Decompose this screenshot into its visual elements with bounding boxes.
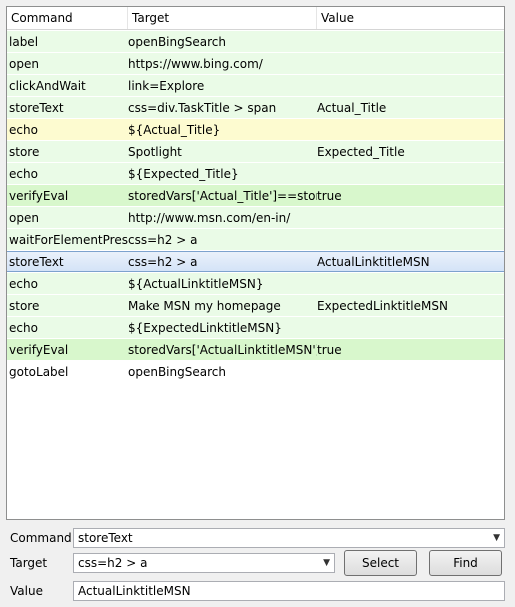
value-input[interactable]: ActualLinktitleMSN [73, 581, 505, 601]
column-header-target[interactable]: Target [128, 7, 317, 29]
command-combobox[interactable]: storeText ▼ [73, 528, 505, 548]
table-row[interactable]: label openBingSearch [7, 31, 504, 52]
cell-command: open [9, 211, 39, 225]
table-row[interactable]: verifyEval storedVars['ActualLinktitleMSN… [7, 339, 504, 360]
table-row[interactable]: waitForElementPres... css=h2 > a [7, 229, 504, 250]
table-row[interactable]: storeText css=div.TaskTitle > span Actual_… [7, 97, 504, 118]
cell-target: openBingSearch [128, 35, 226, 49]
cell-target: ${Actual_Title} [128, 123, 221, 137]
cell-value: ExpectedLinktitleMSN [317, 299, 448, 313]
table-row[interactable]: store Spotlight Expected_Title [7, 141, 504, 162]
cell-target: css=div.TaskTitle > span [128, 101, 277, 115]
column-header-value[interactable]: Value [317, 7, 504, 29]
table-row[interactable]: store Make MSN my homepage ExpectedLinktit… [7, 295, 504, 316]
cell-command: storeText [9, 255, 64, 269]
cell-command: open [9, 57, 39, 71]
cell-value [317, 54, 504, 73]
value-field-value: ActualLinktitleMSN [78, 584, 191, 598]
table-row[interactable]: echo ${Expected_Title} [7, 163, 504, 184]
table-row[interactable]: verifyEval storedVars['Actual_Title']==st… [7, 185, 504, 206]
table-row[interactable]: storeText css=h2 > a ActualLinktitleMSN [7, 251, 504, 272]
cell-command: storeText [9, 101, 64, 115]
cell-command: echo [9, 123, 38, 137]
cell-command: verifyEval [9, 343, 69, 357]
command-label: Command [10, 531, 72, 545]
select-button[interactable]: Select [344, 550, 417, 576]
cell-value [317, 318, 504, 337]
cell-command: label [9, 35, 39, 49]
cell-value [317, 230, 504, 249]
cell-target: Spotlight [128, 145, 182, 159]
cell-target: http://www.msn.com/en-in/ [128, 211, 291, 225]
cell-value [317, 32, 504, 51]
cell-target: ${Expected_Title} [128, 167, 239, 181]
cell-value [317, 76, 504, 95]
cell-value: true [317, 343, 342, 357]
chevron-down-icon[interactable]: ▼ [323, 554, 330, 572]
column-header-command[interactable]: Command [7, 7, 128, 29]
cell-value: Expected_Title [317, 145, 405, 159]
cell-command: gotoLabel [9, 365, 69, 379]
cell-target: storedVars['ActualLinktitleMSN']... [128, 343, 317, 357]
value-label: Value [10, 584, 43, 598]
command-table[interactable]: Command Target Value label openBingSearch… [6, 6, 505, 520]
cell-target: https://www.bing.com/ [128, 57, 263, 71]
target-label: Target [10, 556, 48, 570]
chevron-down-icon[interactable]: ▼ [493, 529, 500, 547]
table-row[interactable]: open http://www.msn.com/en-in/ [7, 207, 504, 228]
cell-target: openBingSearch [128, 365, 226, 379]
cell-command: echo [9, 167, 38, 181]
table-body: label openBingSearch open https://www.bing.… [7, 31, 504, 382]
cell-value [317, 120, 504, 139]
cell-target: css=h2 > a [128, 233, 198, 247]
cell-value: ActualLinktitleMSN [317, 255, 430, 269]
command-field-value: storeText [78, 531, 133, 545]
cell-value [317, 164, 504, 183]
find-button[interactable]: Find [429, 550, 502, 576]
target-field-value: css=h2 > a [78, 556, 148, 570]
table-row[interactable]: clickAndWait link=Explore [7, 75, 504, 96]
table-row[interactable]: echo ${ActualLinktitleMSN} [7, 273, 504, 294]
table-row[interactable]: echo ${ExpectedLinktitleMSN} [7, 317, 504, 338]
cell-command: store [9, 299, 40, 313]
cell-target: ${ExpectedLinktitleMSN} [128, 321, 282, 335]
cell-target: css=h2 > a [128, 255, 198, 269]
cell-value [317, 362, 504, 381]
cell-target: link=Explore [128, 79, 205, 93]
cell-command: waitForElementPres... [9, 233, 128, 247]
cell-target: storedVars['Actual_Title']==store... [128, 189, 317, 203]
cell-target: Make MSN my homepage [128, 299, 281, 313]
cell-command: store [9, 145, 40, 159]
cell-command: echo [9, 277, 38, 291]
cell-value: true [317, 189, 342, 203]
table-row[interactable]: open https://www.bing.com/ [7, 53, 504, 74]
cell-command: echo [9, 321, 38, 335]
cell-command: verifyEval [9, 189, 69, 203]
cell-value: Actual_Title [317, 101, 387, 115]
table-row[interactable]: gotoLabel openBingSearch [7, 361, 504, 382]
cell-target: ${ActualLinktitleMSN} [128, 277, 264, 291]
target-combobox[interactable]: css=h2 > a ▼ [73, 553, 335, 573]
cell-command: clickAndWait [9, 79, 86, 93]
table-header: Command Target Value [7, 7, 504, 30]
cell-value [317, 274, 504, 293]
table-row[interactable]: echo ${Actual_Title} [7, 119, 504, 140]
cell-value [317, 208, 504, 227]
